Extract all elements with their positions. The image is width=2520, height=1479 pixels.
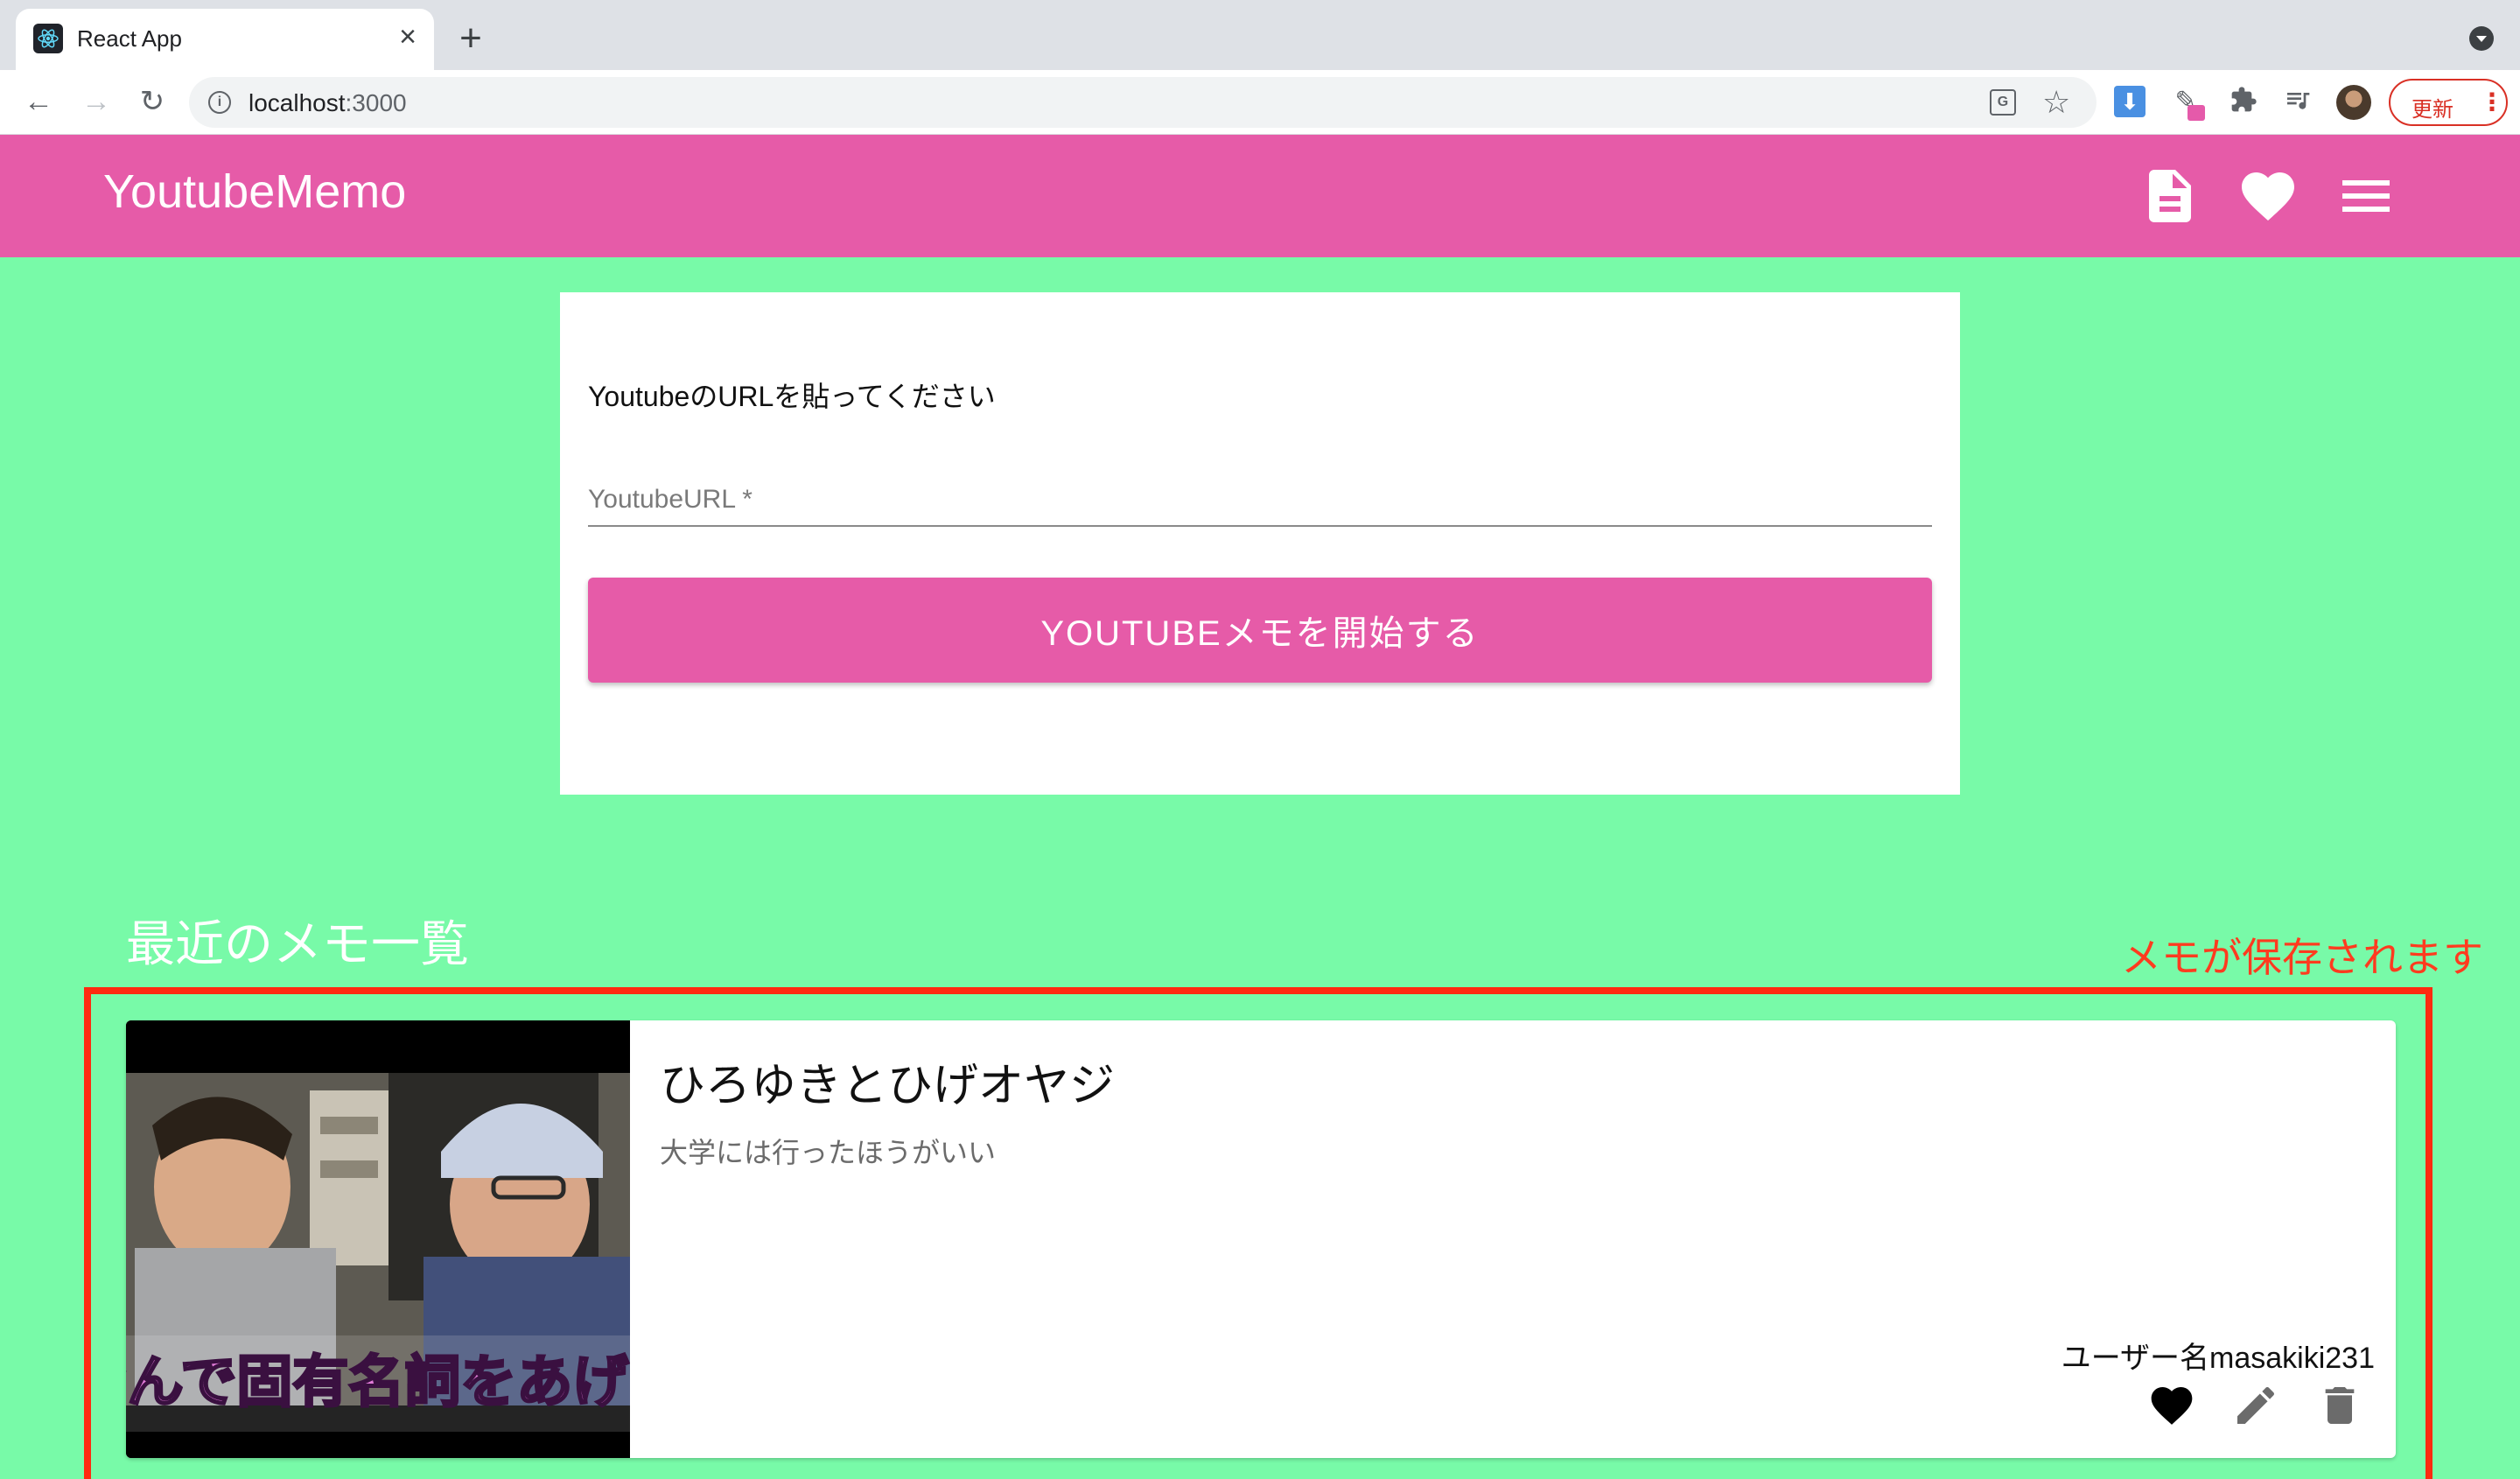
tab-title: React App: [77, 25, 182, 52]
url-port: :3000: [345, 89, 407, 116]
heart-icon[interactable]: [2236, 165, 2300, 228]
forward-arrow-icon[interactable]: →: [79, 84, 114, 119]
start-memo-button[interactable]: YOUTUBEメモを開始する: [588, 578, 1932, 683]
more-menu-icon[interactable]: ⋮: [2480, 88, 2504, 116]
memo-title: ひろゆきとひげオヤジ: [660, 1061, 1116, 1111]
url-text[interactable]: localhost:3000: [248, 89, 407, 117]
memo-subtitle: 大学には行ったほうがいい: [660, 1137, 997, 1168]
media-control-icon[interactable]: [2282, 86, 2314, 117]
profile-avatar[interactable]: [2336, 85, 2371, 120]
browser-toolbar: ← → ↻ i localhost:3000 G ☆ ⬇ ✎ 更新 ⋮: [0, 70, 2520, 135]
youtube-url-label: YoutubeURL *: [588, 485, 752, 514]
reload-icon[interactable]: ↻: [135, 84, 170, 119]
browser-tabstrip: React App × +: [0, 0, 2520, 70]
browser-tab-active[interactable]: React App ×: [16, 9, 434, 70]
document-icon[interactable]: [2138, 165, 2202, 228]
download-extension-icon[interactable]: ⬇: [2114, 86, 2146, 117]
back-arrow-icon[interactable]: ←: [21, 84, 56, 119]
translate-icon[interactable]: G: [1990, 89, 2016, 116]
tab-close-icon[interactable]: ×: [392, 21, 424, 53]
thumbnail-caption: なんで固有名詞をあげた: [126, 1350, 630, 1415]
update-label: 更新: [2412, 98, 2454, 122]
site-info-icon[interactable]: i: [208, 91, 231, 114]
annotation-note: メモが保存されます: [2121, 935, 2483, 980]
update-button[interactable]: 更新 ⋮: [2389, 79, 2508, 126]
edit-pencil-icon[interactable]: [2231, 1381, 2280, 1430]
menu-icon[interactable]: [2334, 165, 2398, 228]
delete-trash-icon[interactable]: [2315, 1381, 2364, 1430]
url-host: localhost: [248, 89, 346, 116]
tab-search-icon[interactable]: [2469, 26, 2494, 51]
app-header: YoutubeMemo: [0, 135, 2520, 257]
youtube-url-input[interactable]: YoutubeURL *: [588, 474, 1932, 527]
url-form-card: YoutubeのURLを貼ってください YoutubeURL * YOUTUBE…: [560, 292, 1960, 795]
new-tab-button[interactable]: +: [453, 19, 488, 58]
puzzle-extensions-icon[interactable]: [2228, 86, 2259, 117]
form-prompt: YoutubeのURLを貼ってください: [588, 381, 996, 412]
bookmark-star-icon[interactable]: ☆: [2042, 84, 2070, 121]
address-bar[interactable]: i localhost:3000 G ☆: [189, 77, 2096, 128]
app-title[interactable]: YoutubeMemo: [103, 165, 406, 219]
like-heart-icon[interactable]: [2147, 1381, 2196, 1430]
memo-card[interactable]: なんで固有名詞をあげた ひろゆきとひげオヤジ 大学には行ったほうがいい ユーザー…: [126, 1020, 2396, 1458]
memo-thumbnail[interactable]: なんで固有名詞をあげた: [126, 1020, 686, 1458]
memo-username: ユーザー名masakiki231: [2061, 1342, 2375, 1375]
extension-badge: [2188, 105, 2205, 121]
recent-memos-title: 最近のメモ一覧: [126, 916, 469, 971]
react-favicon-icon: [33, 24, 63, 53]
